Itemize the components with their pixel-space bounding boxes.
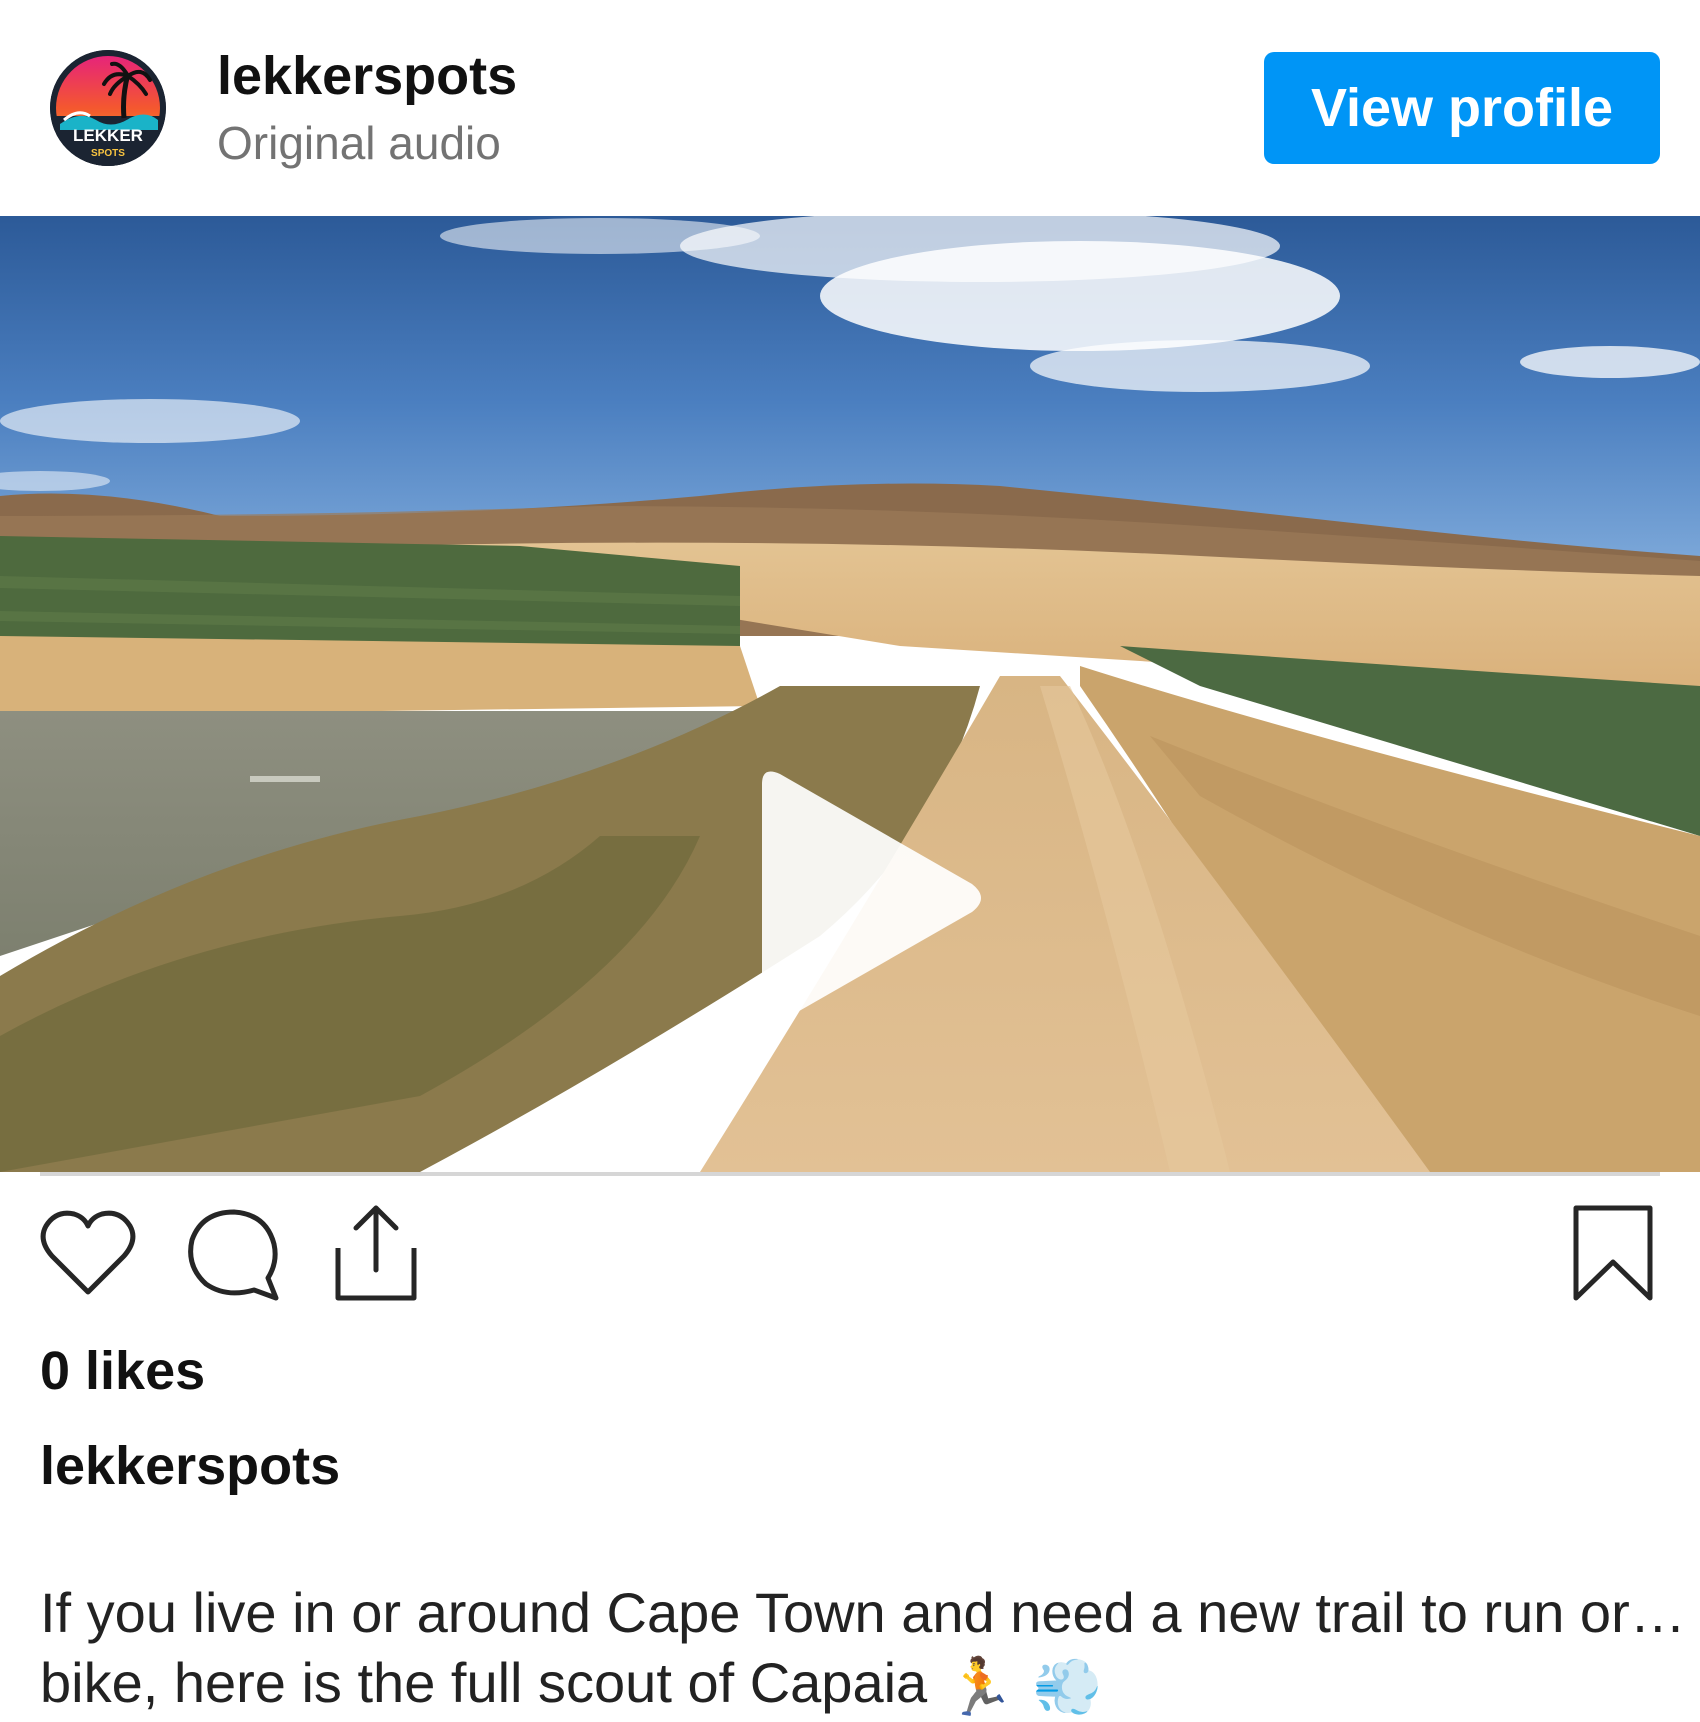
comment-button[interactable]	[182, 1204, 282, 1304]
comment-outline-icon	[188, 1209, 279, 1301]
save-button[interactable]	[1572, 1204, 1654, 1304]
running-emoji: 🏃	[945, 1655, 1015, 1719]
header-username[interactable]: lekkerspots	[217, 45, 517, 107]
caption-line-2: bike, here is the full scout of Capaia 🏃 💨	[40, 1648, 1680, 1722]
dash-emoji: 💨	[1032, 1655, 1103, 1719]
share-button[interactable]	[326, 1204, 426, 1304]
caption-line-1: If you live in or around Cape Town and n…	[40, 1581, 1680, 1644]
play-icon	[762, 771, 981, 1025]
video-progress-bar[interactable]	[40, 1172, 1660, 1176]
likes-count[interactable]: 0 likes	[40, 1340, 205, 1402]
post-actions-bar	[0, 1190, 1700, 1320]
like-button[interactable]	[38, 1204, 138, 1304]
svg-text:LEKKER: LEKKER	[73, 126, 143, 145]
play-button[interactable]	[740, 766, 990, 1031]
caption-username[interactable]: lekkerspots	[40, 1435, 340, 1497]
video-player[interactable]	[0, 216, 1700, 1172]
bookmark-outline-icon	[1573, 1205, 1653, 1301]
profile-avatar[interactable]: LEKKER SPOTS	[50, 50, 166, 166]
lekkerspots-logo-icon: LEKKER SPOTS	[50, 50, 166, 166]
svg-text:SPOTS: SPOTS	[91, 148, 125, 159]
post-header: LEKKER SPOTS lekkerspots Original audio …	[0, 0, 1700, 216]
view-profile-button[interactable]: View profile	[1264, 52, 1660, 164]
caption-line-2-text: bike, here is the full scout of Capaia	[40, 1651, 928, 1714]
share-upload-icon	[335, 1205, 417, 1301]
audio-label[interactable]: Original audio	[217, 116, 501, 170]
post-caption[interactable]: If you live in or around Cape Town and n…	[40, 1578, 1680, 1722]
heart-outline-icon	[40, 1210, 136, 1295]
